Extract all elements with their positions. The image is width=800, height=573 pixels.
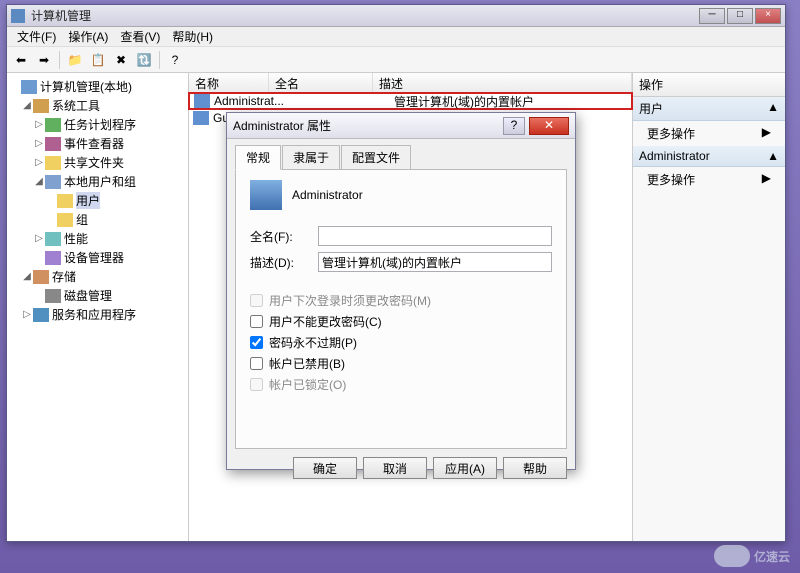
tab-profile[interactable]: 配置文件 — [341, 145, 411, 169]
properties-button[interactable]: 📋 — [88, 50, 108, 70]
chk-locked: 帐户已锁定(O) — [250, 376, 552, 393]
minimize-button[interactable]: ─ — [699, 8, 725, 24]
actions-group-admin[interactable]: Administrator▲ — [633, 146, 785, 167]
dialog-title: Administrator 属性 — [233, 117, 503, 134]
actions-title: 操作 — [633, 73, 785, 97]
dialog-titlebar: Administrator 属性 ? ✕ — [227, 113, 575, 139]
tab-memberof[interactable]: 隶属于 — [282, 145, 340, 169]
menu-action[interactable]: 操作(A) — [62, 26, 114, 47]
collapse-icon: ▲ — [767, 100, 779, 117]
user-avatar-icon — [250, 180, 282, 210]
titlebar: 计算机管理 ─ □ × — [7, 5, 785, 27]
maximize-button[interactable]: □ — [727, 8, 753, 24]
tree-devicemgr[interactable]: 设备管理器 — [9, 248, 186, 267]
help-button[interactable]: 帮助 — [503, 457, 567, 479]
chk-mustchange: 用户下次登录时须更改密码(M) — [250, 292, 552, 309]
fullname-input[interactable] — [318, 226, 552, 246]
chk-neverexpire[interactable]: 密码永不过期(P) — [250, 334, 552, 351]
toolbar: ⬅ ➡ 📁 📋 ✖ 🔃 ? — [7, 47, 785, 73]
forward-button[interactable]: ➡ — [34, 50, 54, 70]
menu-file[interactable]: 文件(F) — [11, 26, 62, 47]
list-row-administrator[interactable]: Administrat... 管理计算机(域)的内置帐户 — [188, 92, 633, 110]
actions-more-admin[interactable]: 更多操作▶ — [633, 167, 785, 192]
up-button[interactable]: 📁 — [65, 50, 85, 70]
watermark: 亿速云 — [714, 545, 790, 567]
user-icon — [194, 94, 210, 108]
col-name[interactable]: 名称 — [189, 73, 269, 92]
delete-button[interactable]: ✖ — [111, 50, 131, 70]
tree-eventviewer[interactable]: ▷事件查看器 — [9, 134, 186, 153]
tree-performance[interactable]: ▷性能 — [9, 229, 186, 248]
list-header: 名称 全名 描述 — [189, 73, 632, 93]
collapse-icon: ▲ — [767, 149, 779, 163]
tree-scheduler[interactable]: ▷任务计划程序 — [9, 115, 186, 134]
properties-dialog: Administrator 属性 ? ✕ 常规 隶属于 配置文件 Adminis… — [226, 112, 576, 470]
menubar: 文件(F) 操作(A) 查看(V) 帮助(H) — [7, 27, 785, 47]
cancel-button[interactable]: 取消 — [363, 457, 427, 479]
back-button[interactable]: ⬅ — [11, 50, 31, 70]
menu-help[interactable]: 帮助(H) — [166, 26, 219, 47]
tree-sharedfolders[interactable]: ▷共享文件夹 — [9, 153, 186, 172]
tree-storage[interactable]: ◢存储 — [9, 267, 186, 286]
chevron-right-icon: ▶ — [762, 125, 771, 142]
col-description[interactable]: 描述 — [373, 73, 632, 92]
description-input[interactable] — [318, 252, 552, 272]
close-button[interactable]: × — [755, 8, 781, 24]
tree-groups[interactable]: 组 — [9, 210, 186, 229]
dialog-body: Administrator 全名(F): 描述(D): 用户下次登录时须更改密码… — [235, 169, 567, 449]
help-button[interactable]: ? — [165, 50, 185, 70]
ok-button[interactable]: 确定 — [293, 457, 357, 479]
dialog-help-button[interactable]: ? — [503, 117, 525, 135]
dialog-username: Administrator — [292, 188, 363, 202]
tree-services[interactable]: ▷服务和应用程序 — [9, 305, 186, 324]
tab-general[interactable]: 常规 — [235, 145, 281, 170]
user-icon — [193, 111, 209, 125]
window-title: 计算机管理 — [31, 7, 699, 24]
tree-pane: 计算机管理(本地) ◢系统工具 ▷任务计划程序 ▷事件查看器 ▷共享文件夹 ◢本… — [7, 73, 189, 541]
apply-button[interactable]: 应用(A) — [433, 457, 497, 479]
tree-users[interactable]: 用户 — [9, 191, 186, 210]
cloud-icon — [714, 545, 750, 567]
actions-pane: 操作 用户▲ 更多操作▶ Administrator▲ 更多操作▶ — [633, 73, 785, 541]
chk-cantchange[interactable]: 用户不能更改密码(C) — [250, 313, 552, 330]
tree-systools[interactable]: ◢系统工具 — [9, 96, 186, 115]
description-label: 描述(D): — [250, 254, 318, 271]
refresh-button[interactable]: 🔃 — [134, 50, 154, 70]
dialog-close-button[interactable]: ✕ — [529, 117, 569, 135]
chk-disabled[interactable]: 帐户已禁用(B) — [250, 355, 552, 372]
actions-group-users[interactable]: 用户▲ — [633, 97, 785, 121]
col-fullname[interactable]: 全名 — [269, 73, 373, 92]
actions-more-users[interactable]: 更多操作▶ — [633, 121, 785, 146]
menu-view[interactable]: 查看(V) — [114, 26, 166, 47]
dialog-tabs: 常规 隶属于 配置文件 — [235, 145, 567, 169]
tree-root[interactable]: 计算机管理(本地) — [9, 77, 186, 96]
chevron-right-icon: ▶ — [762, 171, 771, 188]
tree-diskmgr[interactable]: 磁盘管理 — [9, 286, 186, 305]
app-icon — [11, 9, 25, 23]
fullname-label: 全名(F): — [250, 228, 318, 245]
tree-localusers[interactable]: ◢本地用户和组 — [9, 172, 186, 191]
